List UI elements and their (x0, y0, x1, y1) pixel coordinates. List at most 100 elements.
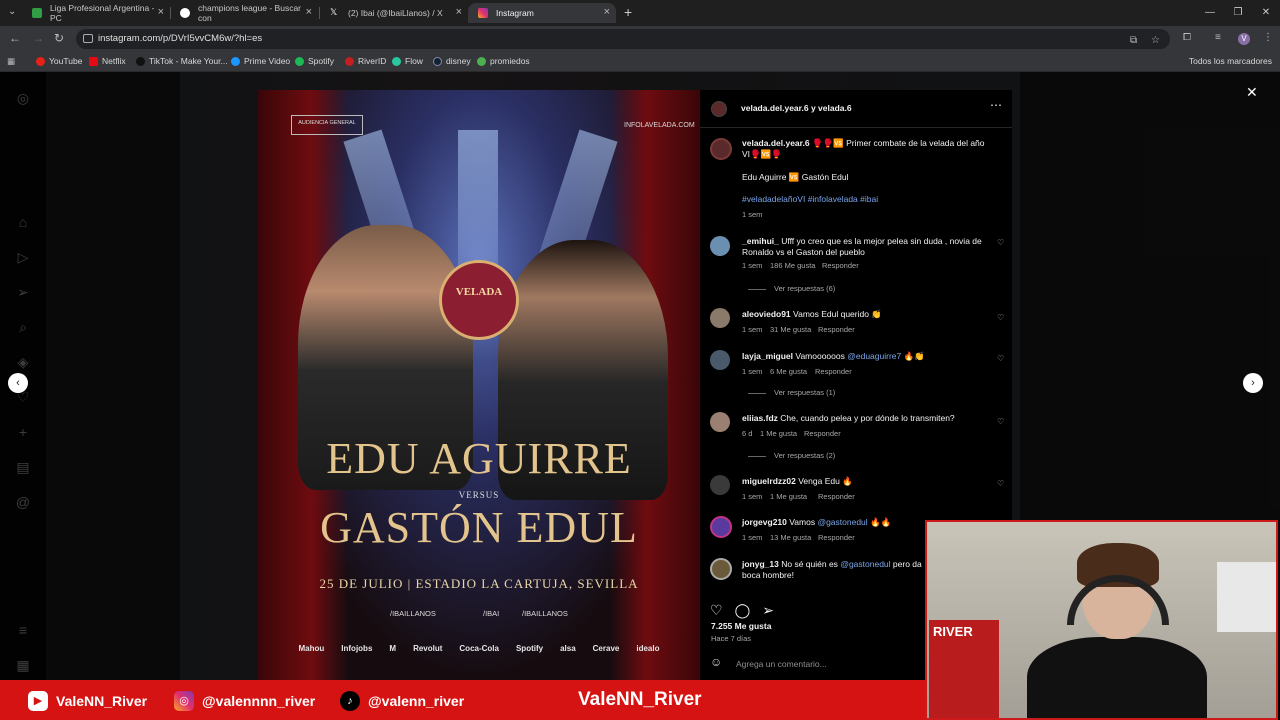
close-tab-icon[interactable]: × (604, 6, 610, 18)
comment-likes[interactable]: 6 Me gusta (770, 367, 807, 376)
comment-avatar[interactable] (710, 516, 732, 538)
bookmark-spotify[interactable]: Spotify (295, 56, 334, 66)
like-comment-icon[interactable]: ♡ (997, 354, 1004, 363)
view-replies[interactable]: Ver respuestas (6) (748, 284, 835, 293)
prime-video-icon (231, 56, 240, 66)
extensions-icon[interactable]: ⧠ (1183, 32, 1191, 43)
likes-count[interactable]: 7.255 Me gusta (711, 621, 771, 632)
like-icon[interactable]: ♡ (710, 602, 723, 619)
tab-instagram[interactable]: Instagram × (468, 3, 616, 23)
comment-likes[interactable]: 1 Me gusta (770, 492, 807, 501)
tab-liga[interactable]: Liga Profesional Argentina - PC × (22, 3, 170, 23)
profile-avatar[interactable]: V (1238, 33, 1250, 45)
caption-line2: Edu Aguirre 🆚 Gastón Edul (742, 172, 849, 182)
comment-likes[interactable]: 13 Me gusta (770, 533, 811, 542)
flow-icon (392, 56, 401, 66)
back-icon[interactable]: ← (9, 31, 21, 45)
comment-username[interactable]: jonyg_13 (742, 559, 779, 569)
streamer-name: ValeNN_River (578, 689, 702, 710)
comment-username[interactable]: _emihui_ (742, 236, 779, 246)
tab-search-icon[interactable]: ⌄ (8, 6, 16, 17)
caption-username[interactable]: velada.del.year.6 (742, 138, 810, 148)
webcam-overlay: RIVER (925, 520, 1278, 720)
comment-likes[interactable]: 186 Me gusta (770, 261, 815, 270)
comment-likes[interactable]: 1 Me gusta (760, 429, 797, 438)
menu-kebab-icon[interactable]: ⋮ (1263, 32, 1273, 43)
header-username[interactable]: velada.del.year.6 y velada.6 (741, 103, 852, 114)
all-bookmarks[interactable]: Todos los marcadores (1189, 56, 1272, 66)
sponsor: M (389, 644, 397, 653)
forward-icon[interactable]: → (32, 31, 44, 45)
new-tab-button[interactable]: + (624, 4, 632, 20)
comment-mention[interactable]: @gastonedul (840, 559, 890, 569)
install-app-icon[interactable]: ⧉ (1130, 35, 1137, 46)
caption-avatar[interactable] (710, 138, 732, 160)
media-control-icon[interactable]: ≡ (1215, 32, 1221, 43)
comment-avatar[interactable] (710, 236, 730, 256)
bookmark-netflix[interactable]: Netflix (89, 56, 126, 66)
view-replies[interactable]: Ver respuestas (2) (748, 451, 835, 460)
like-comment-icon[interactable]: ♡ (997, 313, 1004, 322)
bookmark-tiktok[interactable]: TikTok - Make Your... (136, 56, 228, 66)
comment-username[interactable]: jorgevg210 (742, 517, 787, 527)
apps-grid-icon[interactable]: ▦ (7, 56, 15, 67)
site-settings-icon[interactable] (83, 34, 93, 43)
comment-input[interactable]: Agrega un comentario... (736, 659, 827, 670)
caption-hashtags[interactable]: #veladadelañoVI #infolavelada #ibai (742, 194, 878, 205)
close-modal-icon[interactable]: ✕ (1246, 84, 1258, 101)
post-image[interactable]: AUDIENCIA GENERAL INFOLAVELADA.COM VELAD… (258, 90, 700, 680)
close-tab-icon[interactable]: × (306, 6, 312, 18)
reply-button[interactable]: Responder (818, 325, 855, 334)
comment-avatar[interactable] (710, 350, 730, 370)
reply-button[interactable]: Responder (818, 533, 855, 542)
comment-mention[interactable]: @eduaguirre7 (847, 351, 901, 361)
reload-icon[interactable]: ↻ (54, 31, 64, 45)
bookmark-prime-video[interactable]: Prime Video (231, 56, 290, 66)
youtube-icon (36, 56, 45, 66)
reply-button[interactable]: Responder (822, 261, 859, 270)
like-comment-icon[interactable]: ♡ (997, 417, 1004, 426)
bookmark-disney[interactable]: disney (433, 56, 471, 66)
comment-icon[interactable]: ◯ (735, 602, 751, 619)
comment-likes[interactable]: 31 Me gusta (770, 325, 811, 334)
bookmark-promiedos[interactable]: promiedos (477, 56, 530, 66)
reply-button[interactable]: Responder (804, 429, 841, 438)
tab-google-search[interactable]: champions league - Buscar con × (170, 3, 318, 23)
comment-mention[interactable]: @gastonedul (817, 517, 867, 527)
comment-avatar[interactable] (710, 475, 730, 495)
url-field[interactable]: instagram.com/p/DVrI5vvCM6w/?hl=es ⧉ ☆ (76, 29, 1170, 49)
netflix-icon (89, 56, 98, 66)
more-options-icon[interactable]: ⋯ (990, 99, 1002, 111)
tab-x-ibai[interactable]: 𝕏 (2) Ibai (@IbaiLlanos) / X × (320, 3, 468, 23)
close-tab-icon[interactable]: × (456, 6, 462, 18)
author-avatar[interactable] (711, 101, 727, 117)
emoji-icon[interactable]: ☺ (710, 656, 722, 668)
bookmark-star-icon[interactable]: ☆ (1151, 35, 1160, 46)
minimize-icon[interactable]: — (1196, 0, 1224, 26)
reply-button[interactable]: Responder (815, 367, 852, 376)
bookmark-flow[interactable]: Flow (392, 56, 423, 66)
close-window-icon[interactable]: ✕ (1252, 0, 1280, 26)
comment-username[interactable]: eliias.fdz (742, 413, 778, 423)
previous-post-button[interactable]: ‹ (8, 373, 28, 393)
tab-title: (2) Ibai (@IbaiLlanos) / X (348, 8, 443, 18)
reply-button[interactable]: Responder (818, 492, 855, 501)
bookmark-youtube[interactable]: YouTube (36, 56, 82, 66)
comment-username[interactable]: miguelrdzz02 (742, 476, 796, 486)
view-replies[interactable]: Ver respuestas (1) (748, 388, 835, 397)
comment-username[interactable]: layja_miguel (742, 351, 793, 361)
comment-avatar[interactable] (710, 558, 732, 580)
like-comment-icon[interactable]: ♡ (997, 238, 1004, 247)
close-tab-icon[interactable]: × (158, 6, 164, 18)
next-post-button[interactable]: › (1243, 373, 1263, 393)
share-icon[interactable]: ➢ (762, 602, 774, 619)
tab-title: Instagram (496, 8, 534, 18)
like-comment-icon[interactable]: ♡ (997, 479, 1004, 488)
comment-username[interactable]: aleoviedo91 (742, 309, 791, 319)
restore-icon[interactable]: ❐ (1224, 0, 1252, 26)
comment-avatar[interactable] (710, 412, 730, 432)
bookmark-label: YouTube (49, 56, 83, 66)
bookmark-riverid[interactable]: RiverID (345, 56, 386, 66)
comment-text: Vamos Edul querido 👏 (793, 309, 882, 319)
comment-avatar[interactable] (710, 308, 730, 328)
